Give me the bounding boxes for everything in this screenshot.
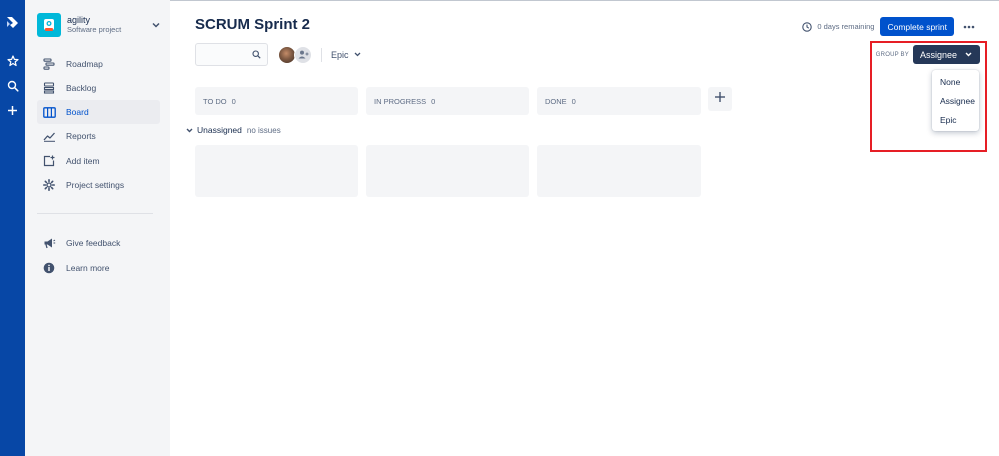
days-remaining: 0 days remaining <box>802 21 875 32</box>
swimlane-header[interactable]: Unassigned no issues <box>186 125 281 135</box>
sidebar-item-project-settings[interactable]: Project settings <box>37 173 160 197</box>
sidebar-item-board[interactable]: Board <box>37 100 160 124</box>
starred-icon[interactable] <box>0 50 25 72</box>
sidebar-divider <box>37 213 153 214</box>
sidebar-item-label: Add item <box>66 156 100 166</box>
sprint-actions: 0 days remaining Complete sprint <box>802 17 977 36</box>
board-cell-todo[interactable] <box>195 145 358 197</box>
search-icon[interactable] <box>0 75 25 97</box>
project-name: agility <box>67 15 91 25</box>
sidebar-item-label: Board <box>66 107 89 117</box>
column-count: 0 <box>431 96 436 106</box>
project-type: Software project <box>67 25 122 34</box>
chevron-down-icon[interactable] <box>150 19 162 31</box>
sidebar-item-learn-more[interactable]: Learn more <box>37 256 160 280</box>
more-options-icon[interactable] <box>961 19 977 35</box>
column-header-todo[interactable]: TO DO 0 <box>195 87 358 115</box>
global-nav <box>0 0 25 456</box>
sidebar-item-label: Learn more <box>66 263 110 273</box>
reports-icon <box>39 131 59 142</box>
megaphone-icon <box>39 237 59 249</box>
days-remaining-text: 0 days remaining <box>817 22 875 31</box>
highlight-annotation <box>870 41 987 152</box>
sidebar-item-label: Reports <box>66 131 96 141</box>
project-avatar <box>37 13 61 37</box>
epic-filter[interactable]: Epic <box>331 50 361 60</box>
epic-filter-label: Epic <box>331 49 349 60</box>
column-count: 0 <box>231 96 236 106</box>
add-item-icon <box>39 155 59 167</box>
column-header-in-progress[interactable]: IN PROGRESS 0 <box>366 87 529 115</box>
sidebar-item-label: Project settings <box>66 180 125 190</box>
column-name: IN PROGRESS <box>374 96 427 106</box>
toolbar-divider <box>321 47 322 62</box>
gear-icon <box>39 179 59 191</box>
board-cell-in-progress[interactable] <box>366 145 529 197</box>
sidebar-item-backlog[interactable]: Backlog <box>37 76 160 100</box>
column-count: 0 <box>571 96 576 106</box>
chevron-down-icon <box>186 128 193 133</box>
create-icon[interactable] <box>0 99 25 121</box>
board-toolbar: Epic <box>195 43 361 66</box>
project-sidebar: agility Software project Roadmap Backlog… <box>25 0 170 456</box>
project-header[interactable]: agility Software project <box>37 12 162 38</box>
sidebar-item-reports[interactable]: Reports <box>37 124 160 148</box>
board-cell-done[interactable] <box>537 145 701 197</box>
sidebar-item-add-item[interactable]: Add item <box>37 149 160 173</box>
sidebar-item-roadmap[interactable]: Roadmap <box>37 52 160 76</box>
column-name: TO DO <box>203 96 227 106</box>
board-icon <box>39 106 59 118</box>
page-title: SCRUM Sprint 2 <box>195 16 311 33</box>
jira-logo-icon[interactable] <box>0 12 25 34</box>
plus-icon <box>714 90 726 108</box>
roadmap-icon <box>39 58 59 70</box>
column-header-done[interactable]: DONE 0 <box>537 87 701 115</box>
search-icon <box>252 46 261 64</box>
sidebar-item-label: Give feedback <box>66 238 121 248</box>
sidebar-item-label: Roadmap <box>66 59 103 69</box>
add-people-icon[interactable] <box>294 45 312 64</box>
sidebar-item-give-feedback[interactable]: Give feedback <box>37 231 160 255</box>
add-column-button[interactable] <box>708 87 732 111</box>
chevron-down-icon <box>354 52 361 57</box>
swimlane-note: no issues <box>246 125 281 135</box>
column-name: DONE <box>545 96 567 106</box>
backlog-icon <box>39 82 59 94</box>
swimlane-name: Unassigned <box>197 125 242 135</box>
sidebar-item-label: Backlog <box>66 83 97 93</box>
search-input[interactable] <box>195 43 268 66</box>
complete-sprint-button[interactable]: Complete sprint <box>880 17 954 36</box>
clock-icon <box>802 21 813 32</box>
info-icon <box>39 262 59 274</box>
